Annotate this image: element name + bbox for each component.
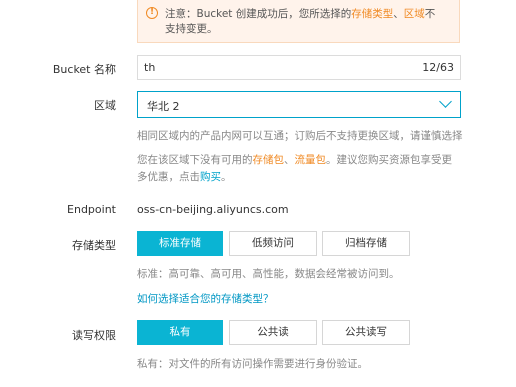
chevron-down-icon: [439, 95, 452, 108]
endpoint-label: Endpoint: [67, 203, 116, 216]
storage-class-label: 存储类型: [72, 239, 116, 252]
region-selected-value: 华北 2: [147, 100, 180, 113]
bucket-name-input[interactable]: th 12/63: [137, 55, 461, 80]
storage-package-link[interactable]: 存储包: [253, 154, 285, 166]
endpoint-value: oss-cn-beijing.aliyuncs.com: [137, 203, 289, 216]
acl-label: 读写权限: [72, 329, 116, 342]
notice-text: 注意：Bucket 创建成功后，您所选择的存储类型、区域不 支持变更。: [165, 8, 436, 35]
notice-banner: ! 注意：Bucket 创建成功后，您所选择的存储类型、区域不 支持变更。: [137, 0, 460, 43]
region-help-line2: 您在该区域下没有可用的存储包、流量包。建议您购买资源包享受更: [137, 154, 452, 166]
bucket-name-value: th: [144, 61, 156, 74]
storage-class-archive-button[interactable]: 归档存储: [322, 231, 410, 256]
bucket-name-counter: 12/63: [422, 61, 454, 74]
region-help-line1: 相同区域内的产品内网可以互通；订购后不支持更换区域，请谨慎选择: [137, 130, 463, 142]
storage-class-ia-button[interactable]: 低频访问: [229, 231, 317, 256]
storage-class-description: 标准：高可靠、高可用、高性能，数据会经常被访问到。: [137, 268, 400, 280]
notice-storage-class: 存储类型: [351, 8, 394, 20]
bucket-name-label: Bucket 名称: [52, 63, 116, 76]
storage-class-help-link[interactable]: 如何选择适合您的存储类型？: [137, 291, 274, 306]
warning-icon: !: [146, 7, 158, 19]
acl-public-read-button[interactable]: 公共读: [229, 320, 317, 345]
acl-public-read-write-button[interactable]: 公共读写: [322, 320, 410, 345]
region-label: 区域: [94, 99, 116, 112]
notice-region: 区域: [403, 8, 425, 20]
acl-private-button[interactable]: 私有: [137, 320, 223, 345]
traffic-package-link[interactable]: 流量包: [295, 154, 327, 166]
acl-description: 私有：对文件的所有访问操作需要进行身份验证。: [137, 358, 368, 370]
storage-class-standard-button[interactable]: 标准存储: [137, 231, 223, 256]
region-help-line3: 多优惠，点击购买。: [137, 171, 232, 183]
buy-link[interactable]: 购买: [200, 171, 221, 183]
region-select[interactable]: 华北 2: [137, 91, 461, 118]
